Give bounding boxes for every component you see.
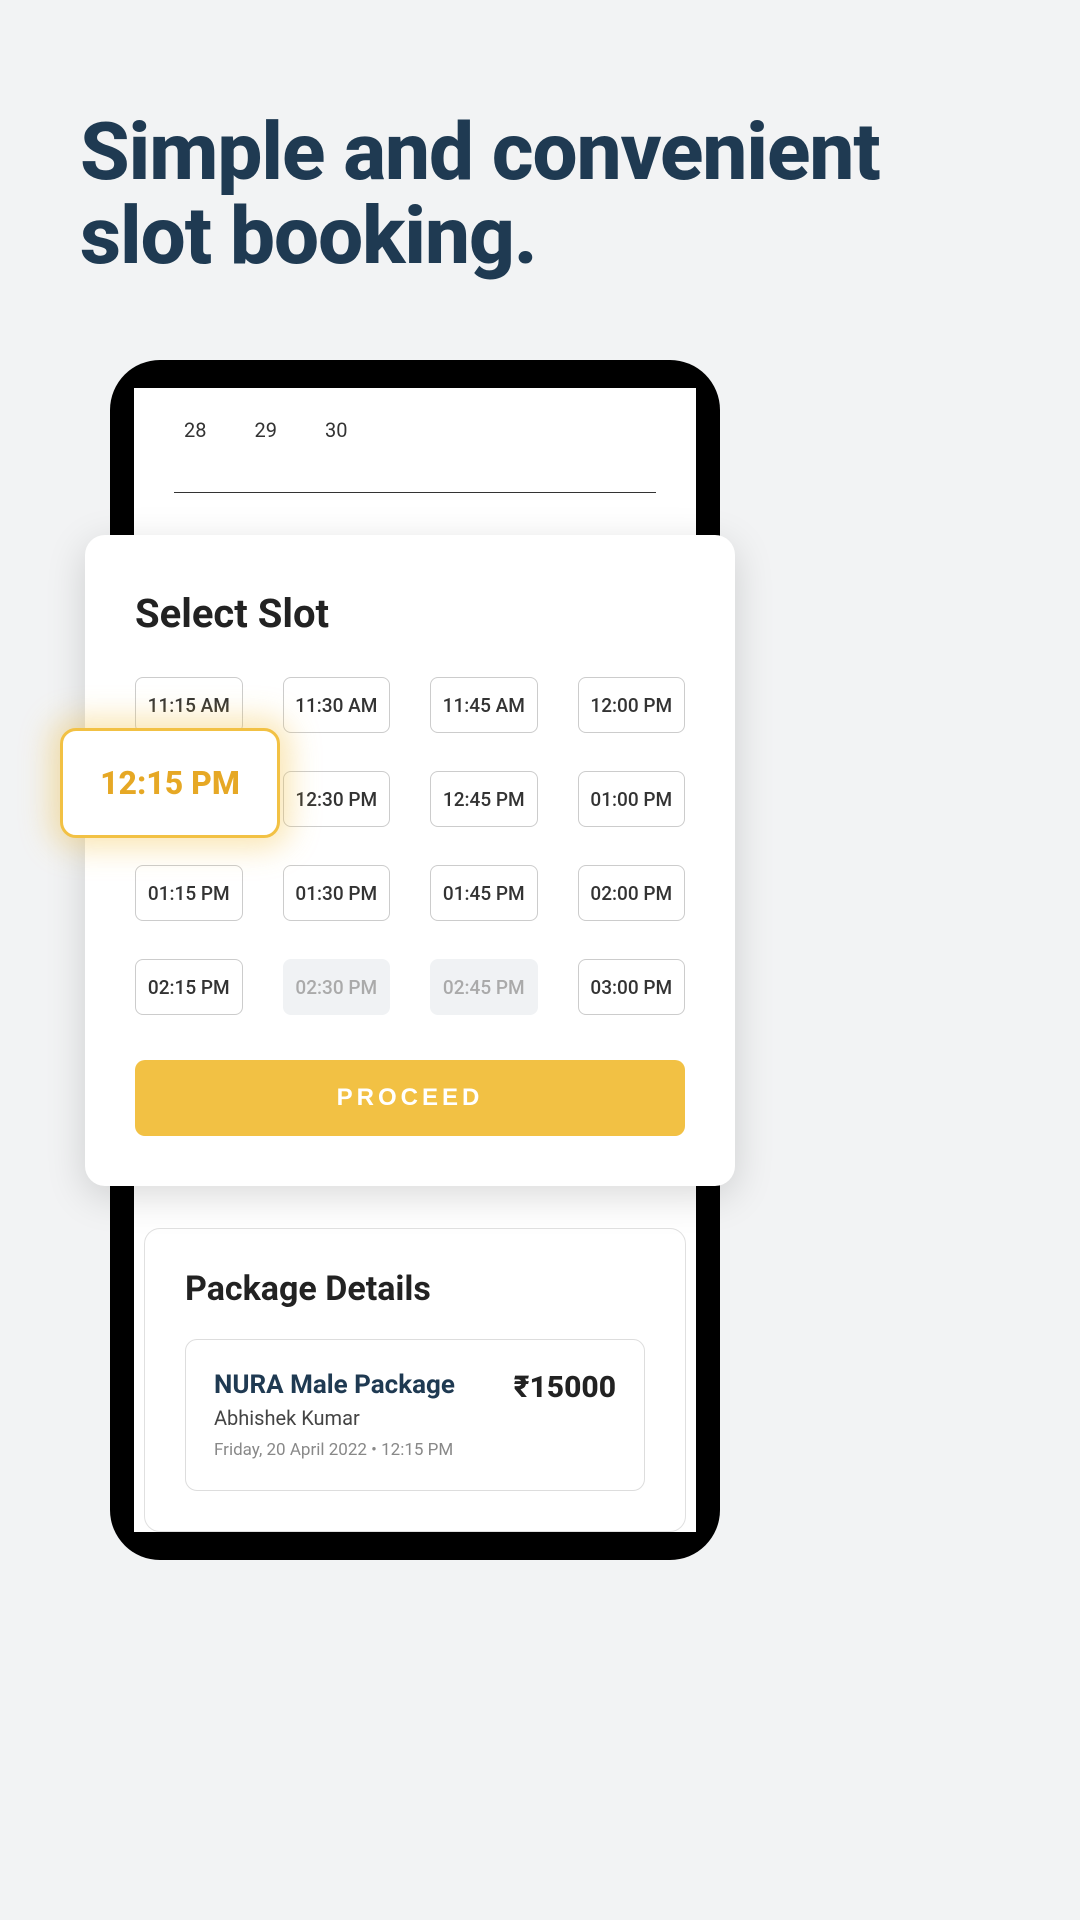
marketing-headline: Simple and convenient slot booking.	[80, 110, 1000, 278]
slot-option[interactable]: 12:45 PM	[430, 771, 538, 827]
package-details-title: Package Details	[185, 1269, 645, 1309]
package-name: NURA Male Package	[214, 1370, 514, 1400]
slot-option[interactable]: 11:30 AM	[283, 677, 391, 733]
slot-option: 02:45 PM	[430, 959, 538, 1015]
package-price: ₹15000	[514, 1370, 616, 1405]
slot-option[interactable]: 12:30 PM	[283, 771, 391, 827]
select-slot-panel: Select Slot 11:15 AM 11:30 AM 11:45 AM 12:0…	[85, 535, 735, 1186]
package-date: Friday, 20 April 2022 • 12:15 PM	[214, 1440, 514, 1460]
proceed-button[interactable]: PROCEED	[135, 1060, 685, 1136]
package-card[interactable]: NURA Male Package Abhishek Kumar Friday,…	[185, 1339, 645, 1491]
slot-option[interactable]: 02:00 PM	[578, 865, 686, 921]
calendar-day[interactable]: 28	[184, 418, 206, 442]
slot-option[interactable]: 02:15 PM	[135, 959, 243, 1015]
slot-option: 02:30 PM	[283, 959, 391, 1015]
calendar-divider	[174, 492, 656, 493]
slot-option[interactable]: 01:30 PM	[283, 865, 391, 921]
selected-slot-highlight[interactable]: 12:15 PM	[60, 728, 280, 838]
slot-option[interactable]: 01:15 PM	[135, 865, 243, 921]
slot-option[interactable]: 12:00 PM	[578, 677, 686, 733]
slot-option[interactable]: 03:00 PM	[578, 959, 686, 1015]
select-slot-title: Select Slot	[135, 590, 685, 637]
package-details-section: Package Details NURA Male Package Abhish…	[144, 1228, 686, 1532]
slot-option[interactable]: 11:45 AM	[430, 677, 538, 733]
calendar-day[interactable]: 30	[325, 418, 347, 442]
calendar-day[interactable]: 29	[254, 418, 276, 442]
slot-option[interactable]: 01:45 PM	[430, 865, 538, 921]
calendar-row: 28 29 30	[134, 388, 696, 452]
slot-option[interactable]: 11:15 AM	[135, 677, 243, 733]
slot-option[interactable]: 01:00 PM	[578, 771, 686, 827]
package-user: Abhishek Kumar	[214, 1406, 514, 1430]
